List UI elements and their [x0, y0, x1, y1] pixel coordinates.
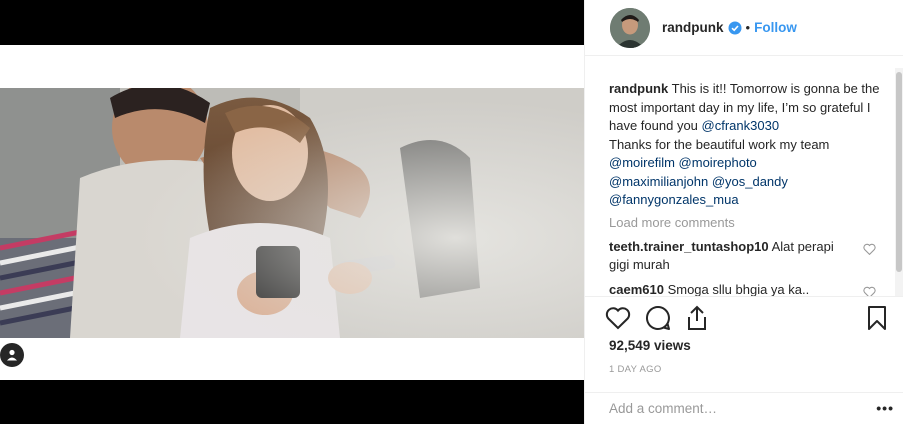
comment-icon[interactable] [645, 305, 671, 331]
post-media[interactable] [0, 0, 584, 424]
caption-username[interactable]: randpunk [609, 81, 668, 96]
like-comment-heart-icon[interactable] [863, 243, 876, 255]
caption-mention[interactable]: @maximilianjohn [609, 174, 708, 189]
caption-mention[interactable]: @moirefilm [609, 155, 675, 170]
video-letterbox-top [0, 0, 584, 45]
caption-mention[interactable]: @fannygonzales_mua [609, 192, 739, 207]
scrollbar-thumb[interactable] [896, 72, 902, 272]
header-username[interactable]: randpunk [662, 20, 724, 35]
comments-scrollbar[interactable] [895, 68, 903, 296]
comments-list[interactable]: randpunk This is it!! Tomorrow is gonna … [585, 68, 903, 296]
post-caption: randpunk This is it!! Tomorrow is gonna … [609, 80, 880, 210]
user-tag-icon[interactable] [0, 343, 24, 367]
comment-item: caem610 Smoga sllu bhgia ya ka.. [609, 281, 880, 297]
load-more-comments-button[interactable]: Load more comments [609, 214, 880, 232]
add-comment-bar: ••• [585, 392, 903, 424]
like-comment-heart-icon[interactable] [863, 286, 876, 297]
post-timestamp[interactable]: 1 DAY AGO [609, 364, 662, 375]
couple-photo-illustration [0, 88, 584, 338]
caption-text: Thanks for the beautiful work my team [609, 136, 830, 152]
caption-mention[interactable]: @yos_dandy [712, 174, 788, 189]
post-actions [585, 296, 903, 339]
header-separator: • [745, 20, 751, 35]
caption-mention[interactable]: @moirephoto [679, 155, 757, 170]
view-count[interactable]: 92,549 views [609, 338, 691, 353]
profile-avatar[interactable] [610, 7, 650, 48]
comment-username[interactable]: teeth.trainer_tuntashop10 [609, 239, 769, 254]
post-header: randpunk • Follow [585, 0, 903, 56]
comment-username[interactable]: caem610 [609, 282, 664, 297]
comment-item: teeth.trainer_tuntashop10 Alat perapi gi… [609, 238, 880, 275]
heart-icon[interactable] [605, 306, 631, 330]
verified-badge-icon [728, 21, 742, 34]
video-letterbox-bottom [0, 380, 584, 424]
post-photo[interactable] [0, 88, 584, 338]
follow-button[interactable]: Follow [754, 20, 797, 35]
caption-mention[interactable]: @cfrank3030 [702, 118, 780, 133]
comment-text: Smoga sllu bhgia ya ka.. [667, 281, 810, 297]
post-side-panel: randpunk • Follow randpunk This is it!! … [584, 0, 903, 424]
share-icon[interactable] [685, 305, 709, 331]
bookmark-icon[interactable] [866, 305, 888, 331]
more-options-icon[interactable]: ••• [876, 400, 894, 416]
add-comment-input[interactable] [609, 401, 859, 416]
